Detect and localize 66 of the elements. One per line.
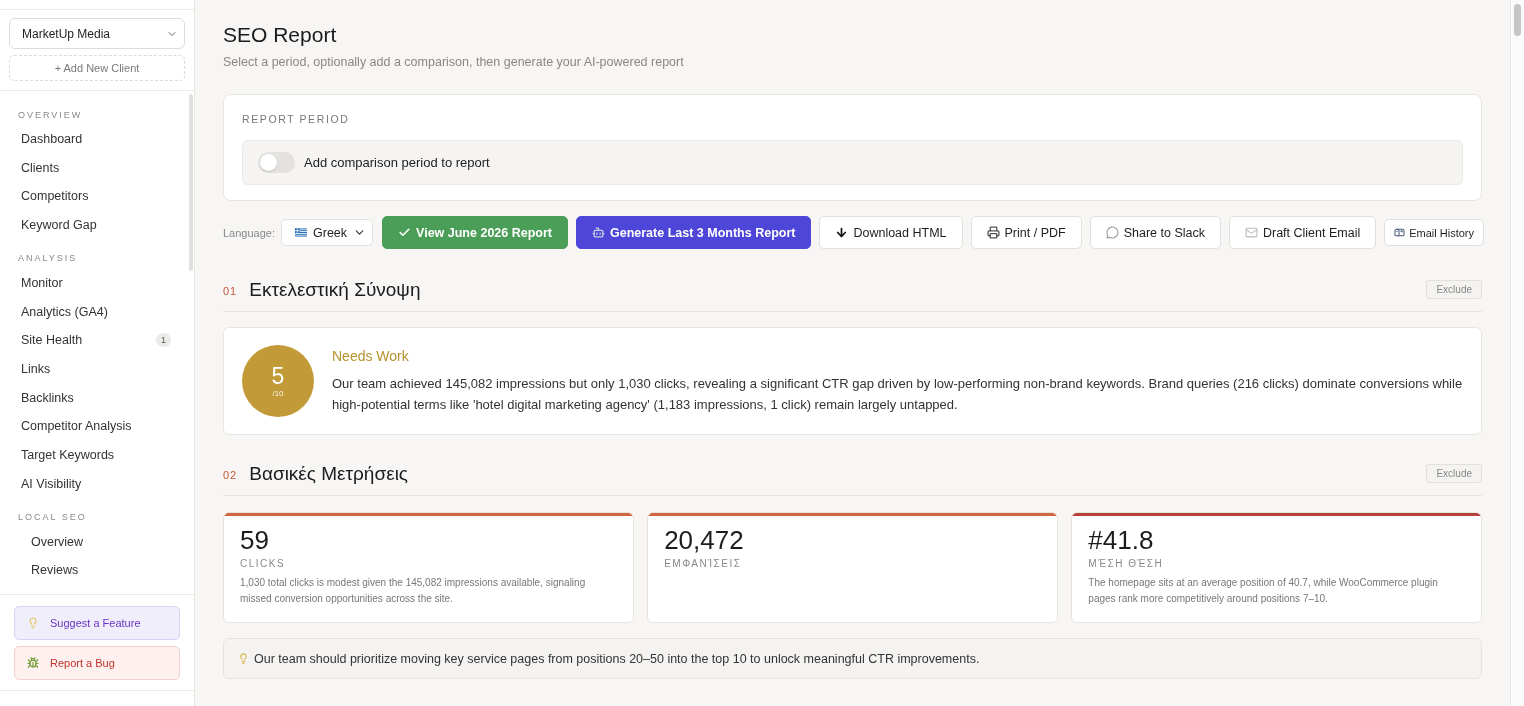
scrollbar[interactable] bbox=[1510, 0, 1524, 706]
language-value: Greek bbox=[313, 225, 348, 240]
envelope-icon bbox=[1244, 226, 1258, 239]
add-client-button[interactable]: + Add New Client bbox=[9, 55, 185, 81]
nav-item[interactable]: Overview bbox=[0, 527, 194, 556]
page-subtitle: Select a period, optionally add a comparison, then generate your AI-powered report bbox=[223, 54, 684, 71]
suggest-feature-button[interactable]: Suggest a Feature bbox=[14, 606, 180, 640]
metric-description: The homepage sits at an average position of 40.7, while WooCommerce plugin pages rank more competitively around positions 7–10. bbox=[1088, 576, 1439, 606]
print-button[interactable]: Print / PDF bbox=[970, 216, 1082, 249]
lightbulb-icon bbox=[27, 617, 39, 629]
nav-item[interactable]: Reviews bbox=[0, 556, 194, 585]
metric-label: CLICKS bbox=[240, 558, 286, 570]
nav-item[interactable]: Dashboard bbox=[0, 124, 194, 154]
report-bug-button[interactable]: Report a Bug bbox=[14, 646, 180, 680]
download-button[interactable]: Download HTML bbox=[819, 216, 963, 249]
rating-label: Needs Work bbox=[332, 347, 409, 365]
generate-button[interactable]: Generate Last 3 Months Report bbox=[576, 216, 812, 249]
nav-item[interactable]: Competitors bbox=[0, 182, 194, 211]
printer-icon bbox=[986, 226, 1000, 239]
client-select[interactable]: MarketUp Media bbox=[9, 18, 185, 49]
section-number: 01 bbox=[223, 285, 238, 297]
metric-label: ΕΜΦΑΝΊΣΕΙΣ bbox=[664, 558, 742, 570]
slack-button[interactable]: Share to Slack bbox=[1089, 216, 1221, 249]
language-select[interactable]: Greek bbox=[281, 219, 374, 246]
language-label: Language: bbox=[223, 226, 275, 239]
flag-icon bbox=[295, 228, 307, 237]
download-icon bbox=[835, 226, 849, 239]
scrollbar-thumb[interactable] bbox=[1514, 4, 1521, 36]
bug-icon bbox=[27, 657, 39, 669]
nav-item[interactable]: Clients bbox=[0, 153, 194, 183]
section-title: Βασικές Μετρήσεις bbox=[249, 463, 408, 484]
metric-label: ΜΈΣΗ ΘΈΣΗ bbox=[1088, 558, 1164, 570]
metric-value: 20,472 bbox=[664, 525, 744, 555]
nav-item[interactable]: Backlinks bbox=[0, 383, 194, 413]
metric-value: #41.8 bbox=[1088, 525, 1154, 555]
page-title: SEO Report bbox=[223, 22, 337, 48]
nav-item[interactable]: Analytics (GA4) bbox=[0, 297, 194, 326]
metric-value: 59 bbox=[240, 525, 269, 555]
count-badge: 1 bbox=[156, 333, 171, 348]
metric-description: 1,030 total clicks is modest given the 145,082 impressions available, signaling missed conversion opportunities across the site. bbox=[240, 576, 587, 606]
robot-icon bbox=[592, 226, 605, 239]
nav-section-label: ANALYSIS bbox=[17, 252, 78, 265]
nav-section-label: OVERVIEW bbox=[17, 109, 83, 121]
section-number: 02 bbox=[223, 469, 238, 481]
email-button[interactable]: Draft Client Email bbox=[1228, 216, 1377, 249]
section-title: Εκτελεστική Σύνοψη bbox=[249, 279, 421, 300]
nav-item[interactable]: Site Health 1 bbox=[0, 326, 194, 355]
summary-text: Our team achieved 145,082 impressions but only 1,030 clicks, revealing a significant CTR gap driven by low-performing non-brand keywords. Brand queries (216 clicks) dominate conversions while high-potential terms like 'hotel digital marketing agency' (1,183 impressions, 1 click) remain largely untapped. bbox=[332, 375, 1463, 414]
nav-item[interactable]: Links bbox=[0, 354, 194, 384]
toggle-label: Add comparison period to report bbox=[304, 155, 490, 170]
nav-item[interactable]: Competitor Analysis bbox=[0, 412, 194, 441]
nav-item[interactable]: Target Keywords bbox=[0, 440, 194, 470]
nav-item[interactable]: Monitor bbox=[0, 268, 194, 298]
insight-text: Our team should prioritize moving key service pages from positions 20–50 into the top 10 to unlock meaningful CTR improvements. bbox=[254, 651, 980, 666]
speech-bubble-icon bbox=[1105, 226, 1119, 239]
score-value: 5 bbox=[271, 363, 285, 389]
nav-item[interactable]: AI Visibility bbox=[0, 469, 194, 499]
mailbox-icon bbox=[1394, 227, 1406, 238]
card-heading: REPORT PERIOD bbox=[242, 113, 350, 125]
lightbulb-icon bbox=[238, 653, 249, 664]
history-button[interactable]: Email History bbox=[1384, 219, 1484, 246]
nav-section-label: LOCAL SEO bbox=[17, 510, 87, 523]
score-scale: /10 bbox=[272, 388, 284, 399]
nav-item[interactable]: Keyword Gap bbox=[0, 210, 194, 240]
toggle-switch[interactable] bbox=[258, 152, 295, 173]
check-icon bbox=[398, 226, 412, 239]
